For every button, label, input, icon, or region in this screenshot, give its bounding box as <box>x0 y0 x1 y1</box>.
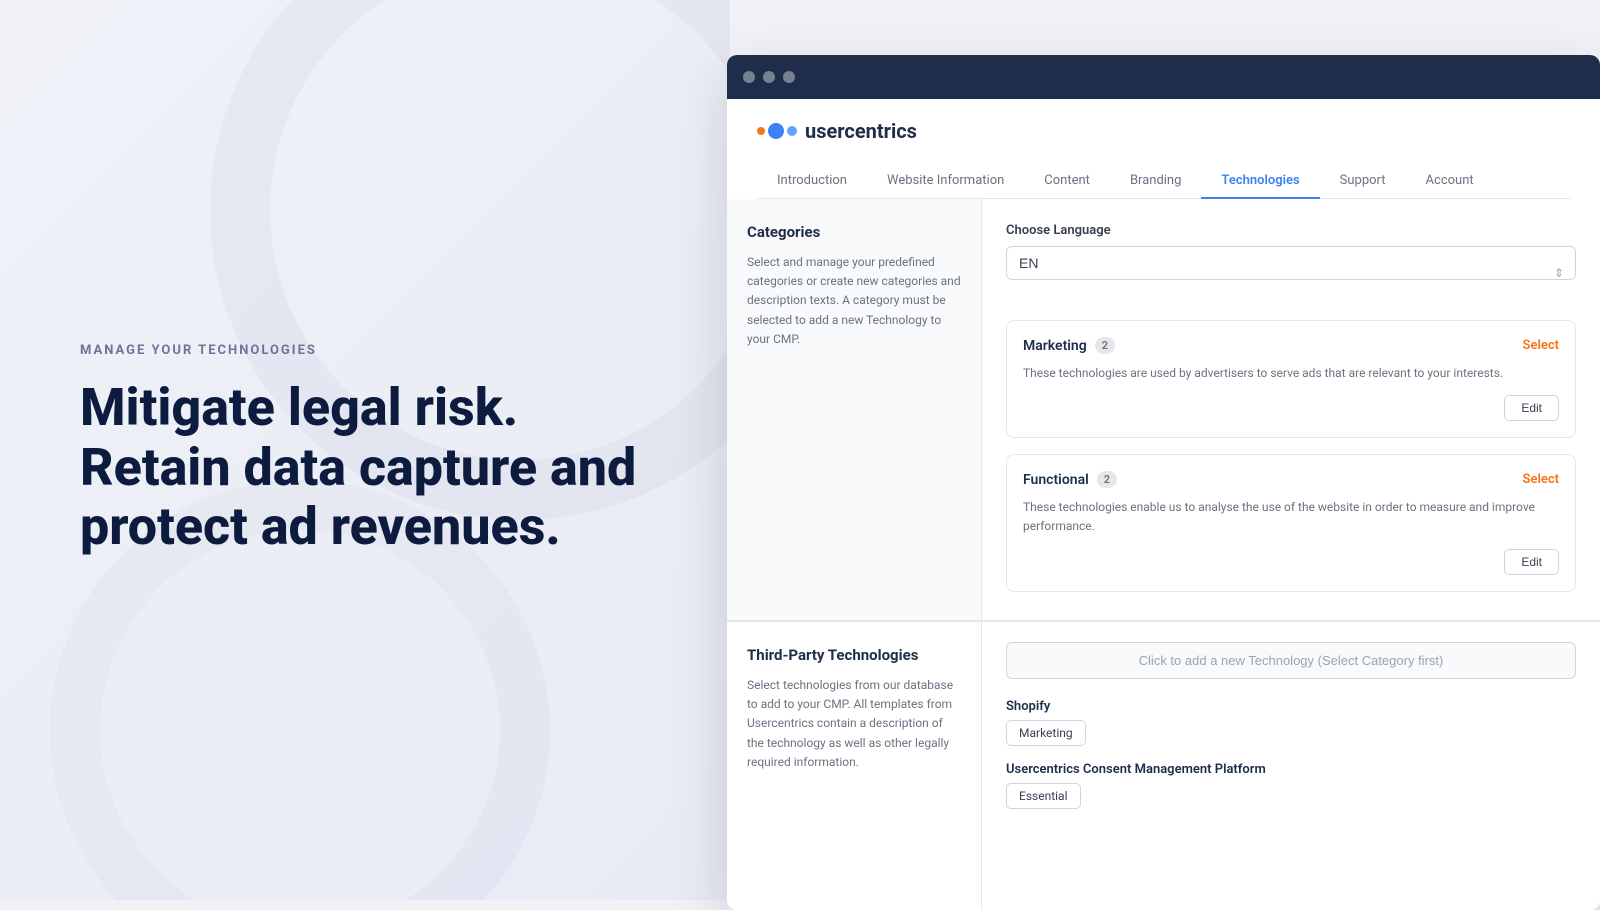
usercentrics-cmp-name: Usercentrics Consent Management Platform <box>1006 762 1576 777</box>
functional-edit-button[interactable]: Edit <box>1504 549 1559 575</box>
marketing-description: These technologies are used by advertise… <box>1023 364 1559 383</box>
app-header: usercentrics Introduction Website Inform… <box>727 99 1600 199</box>
functional-select-link[interactable]: Select <box>1523 472 1559 487</box>
browser-titlebar <box>727 55 1600 99</box>
logo-dot-blue-small <box>787 126 797 136</box>
choose-language-section: Choose Language EN DE FR <box>1006 223 1576 300</box>
language-select[interactable]: EN DE FR <box>1006 246 1576 280</box>
browser-dot-3 <box>783 71 795 83</box>
marketing-badge: 2 <box>1095 337 1115 354</box>
shopify-name: Shopify <box>1006 699 1576 714</box>
categories-title: Categories <box>747 223 961 241</box>
browser-body: usercentrics Introduction Website Inform… <box>727 99 1600 910</box>
marketing-edit-button[interactable]: Edit <box>1504 395 1559 421</box>
bottom-section: Third-Party Technologies Select technolo… <box>727 620 1600 910</box>
categories-description: Select and manage your predefined catego… <box>747 253 961 349</box>
marketing-title: Marketing 2 <box>1023 337 1115 354</box>
usercentrics-cmp-tag: Essential <box>1006 783 1081 809</box>
tab-account[interactable]: Account <box>1406 163 1494 198</box>
functional-card-header: Functional 2 Select <box>1023 471 1559 488</box>
eyebrow-text: MANAGE YOUR TECHNOLOGIES <box>80 343 650 358</box>
left-panel: MANAGE YOUR TECHNOLOGIES Mitigate legal … <box>0 0 730 900</box>
browser-dot-2 <box>763 71 775 83</box>
shopify-tech-item: Shopify Marketing <box>1006 699 1576 746</box>
usercentrics-cmp-tech-item: Usercentrics Consent Management Platform… <box>1006 762 1576 809</box>
logo-text-bold: centrics <box>844 119 917 143</box>
tab-content[interactable]: Content <box>1024 163 1110 198</box>
nav-tabs: Introduction Website Information Content… <box>757 163 1570 199</box>
tab-support[interactable]: Support <box>1320 163 1406 198</box>
functional-category-card: Functional 2 Select These technologies e… <box>1006 454 1576 591</box>
marketing-card-footer: Edit <box>1023 395 1559 421</box>
third-party-description: Select technologies from our database to… <box>747 676 961 772</box>
logo-icon <box>757 123 797 139</box>
browser-dot-1 <box>743 71 755 83</box>
logo-area: usercentrics <box>757 119 1570 143</box>
tab-branding[interactable]: Branding <box>1110 163 1201 198</box>
add-technology-button[interactable]: Click to add a new Technology (Select Ca… <box>1006 642 1576 679</box>
language-select-wrapper: EN DE FR <box>1006 246 1576 300</box>
functional-title-text: Functional <box>1023 472 1089 488</box>
logo-dot-orange <box>757 127 765 135</box>
marketing-title-text: Marketing <box>1023 338 1087 354</box>
logo-dot-blue-large <box>768 123 784 139</box>
choose-language-label: Choose Language <box>1006 223 1576 238</box>
browser-window: usercentrics Introduction Website Inform… <box>727 55 1600 910</box>
tab-technologies[interactable]: Technologies <box>1201 163 1319 198</box>
functional-card-footer: Edit <box>1023 549 1559 575</box>
headline-text: Mitigate legal risk. Retain data capture… <box>80 378 650 557</box>
third-party-title: Third-Party Technologies <box>747 646 961 664</box>
functional-badge: 2 <box>1097 471 1117 488</box>
tab-introduction[interactable]: Introduction <box>757 163 867 198</box>
marketing-category-card: Marketing 2 Select These technologies ar… <box>1006 320 1576 438</box>
third-party-panel: Third-Party Technologies Select technolo… <box>727 621 982 910</box>
tab-website-information[interactable]: Website Information <box>867 163 1024 198</box>
shopify-tag: Marketing <box>1006 720 1086 746</box>
functional-title: Functional 2 <box>1023 471 1117 488</box>
tech-bottom-panel: Click to add a new Technology (Select Ca… <box>982 621 1600 910</box>
marketing-select-link[interactable]: Select <box>1523 338 1559 353</box>
marketing-card-header: Marketing 2 Select <box>1023 337 1559 354</box>
logo-text: usercentrics <box>805 119 917 143</box>
logo-text-normal: user <box>805 119 844 143</box>
functional-description: These technologies enable us to analyse … <box>1023 498 1559 536</box>
